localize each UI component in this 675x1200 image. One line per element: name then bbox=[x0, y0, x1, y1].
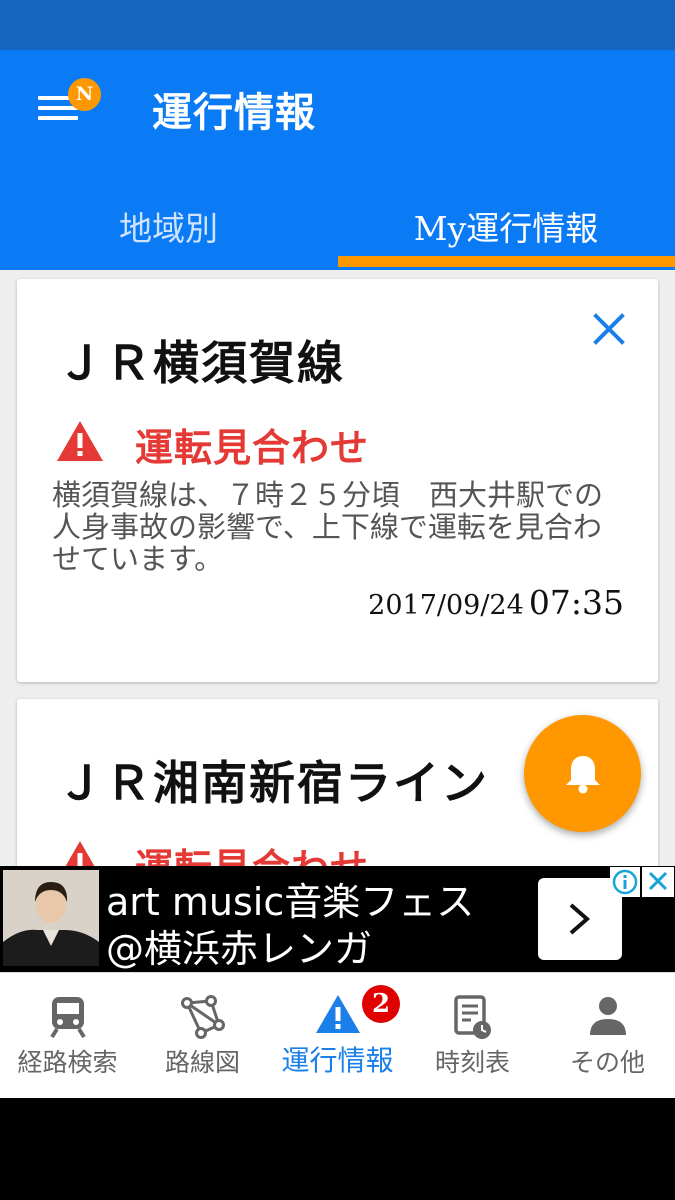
warning-icon bbox=[55, 839, 105, 866]
bell-icon bbox=[566, 756, 600, 794]
warning-icon bbox=[316, 995, 360, 1033]
operation-status: 運転見合わせ bbox=[135, 837, 369, 866]
app-header: N 運行情報 地域別 My運行情報 bbox=[0, 50, 675, 270]
active-tab-indicator bbox=[338, 256, 675, 267]
close-icon[interactable] bbox=[591, 311, 627, 347]
nav-route-map-label: 路線図 bbox=[164, 1048, 240, 1077]
ad-close-icon[interactable] bbox=[642, 867, 674, 897]
update-time: 07:35 bbox=[528, 583, 624, 622]
operation-status: 運転見合わせ bbox=[135, 425, 370, 470]
ad-image bbox=[3, 870, 99, 966]
menu-icon-bar bbox=[38, 116, 78, 120]
ad-info-icon[interactable] bbox=[610, 867, 640, 897]
tab-region-label: 地域別 bbox=[119, 209, 218, 248]
nav-operation-info-label: 運行情報 bbox=[281, 1044, 394, 1077]
system-navigation-bar bbox=[0, 1098, 675, 1200]
tab-my-info-label: My運行情報 bbox=[413, 209, 599, 248]
nav-other-label: その他 bbox=[569, 1048, 645, 1077]
ad-banner[interactable]: art music音楽フェス @横浜赤レンガ bbox=[0, 866, 675, 972]
line-name: ＪＲ湘南新宿ライン bbox=[57, 756, 489, 810]
nav-timetable-label: 時刻表 bbox=[434, 1048, 510, 1077]
line-info-card[interactable]: ＪＲ横須賀線 運転見合わせ 横須賀線は、７時２５分頃 西大井駅での人身事故の影響… bbox=[17, 279, 658, 682]
nav-route-map[interactable]: 路線図 bbox=[135, 973, 270, 1099]
nav-route-search[interactable]: 経路検索 bbox=[0, 973, 135, 1099]
chevron-right-icon bbox=[569, 903, 591, 935]
route-map-icon bbox=[181, 995, 225, 1039]
person-icon bbox=[590, 997, 626, 1035]
warning-icon bbox=[55, 419, 105, 467]
train-icon bbox=[50, 997, 86, 1039]
system-status-bar bbox=[0, 0, 675, 50]
nav-timetable[interactable]: 時刻表 bbox=[405, 973, 540, 1099]
update-timestamp: 2017/09/24 07:35 bbox=[368, 583, 624, 622]
ad-subline: @横浜赤レンガ bbox=[106, 927, 373, 971]
line-name: ＪＲ横須賀線 bbox=[57, 336, 345, 390]
menu-icon-bar bbox=[38, 106, 78, 110]
notification-fab[interactable] bbox=[524, 715, 641, 832]
bottom-navigation: 経路検索 路線図 運行情報 時刻表 その他 bbox=[0, 972, 675, 1098]
status-detail: 横須賀線は、７時２５分頃 西大井駅での人身事故の影響で、上下線で運転を見合わせて… bbox=[52, 478, 604, 576]
nav-route-search-label: 経路検索 bbox=[17, 1048, 118, 1077]
page-title: 運行情報 bbox=[152, 89, 316, 136]
new-badge: N bbox=[68, 78, 101, 111]
notification-count-badge: 2 bbox=[362, 985, 400, 1023]
timetable-icon bbox=[454, 995, 491, 1039]
tab-region[interactable]: 地域別 bbox=[0, 190, 337, 270]
nav-other[interactable]: その他 bbox=[540, 973, 675, 1099]
update-date: 2017/09/24 bbox=[368, 590, 524, 621]
